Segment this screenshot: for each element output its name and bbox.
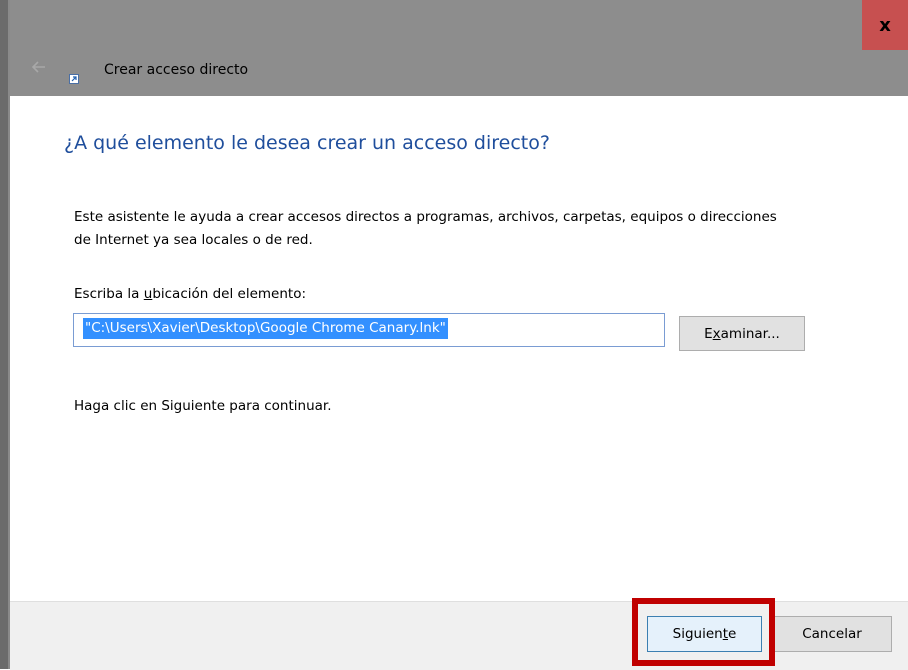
description-line-2: de Internet ya sea locales o de red. (74, 232, 313, 248)
window-frame-left (0, 0, 8, 669)
close-icon: x (879, 14, 891, 36)
browse-label-1: E (704, 325, 713, 342)
back-arrow-icon[interactable] (28, 56, 50, 78)
browse-label-accesskey: x (712, 325, 721, 342)
location-input-value[interactable]: "C:\Users\Xavier\Desktop\Google Chrome C… (83, 318, 448, 339)
location-label-text-2: bicación del elemento: (152, 286, 307, 302)
location-input[interactable]: "C:\Users\Xavier\Desktop\Google Chrome C… (73, 313, 665, 347)
wizard-title: Crear acceso directo (104, 62, 249, 78)
highlight-annotation (632, 598, 775, 666)
description-line-1: Este asistente le ayuda a crear accesos … (74, 209, 777, 225)
create-shortcut-window: x Crear acceso directo ¿A qué elemento l… (0, 0, 908, 670)
title-bar-inner (10, 0, 908, 96)
continue-instructions: Haga clic en Siguiente para continuar. (74, 398, 332, 414)
browse-label-2: aminar... (720, 325, 780, 342)
page-heading: ¿A qué elemento le desea crear un acceso… (64, 132, 550, 154)
cancel-button[interactable]: Cancelar (772, 616, 892, 652)
close-button[interactable]: x (862, 0, 908, 50)
location-label-text-1: Escriba la (74, 286, 144, 302)
shortcut-wizard-icon (69, 69, 79, 84)
browse-button[interactable]: Ex aminar... (679, 316, 805, 351)
location-label: Escriba la ubicación del elemento: (74, 286, 306, 302)
wizard-description: Este asistente le ayuda a crear accesos … (74, 206, 864, 252)
